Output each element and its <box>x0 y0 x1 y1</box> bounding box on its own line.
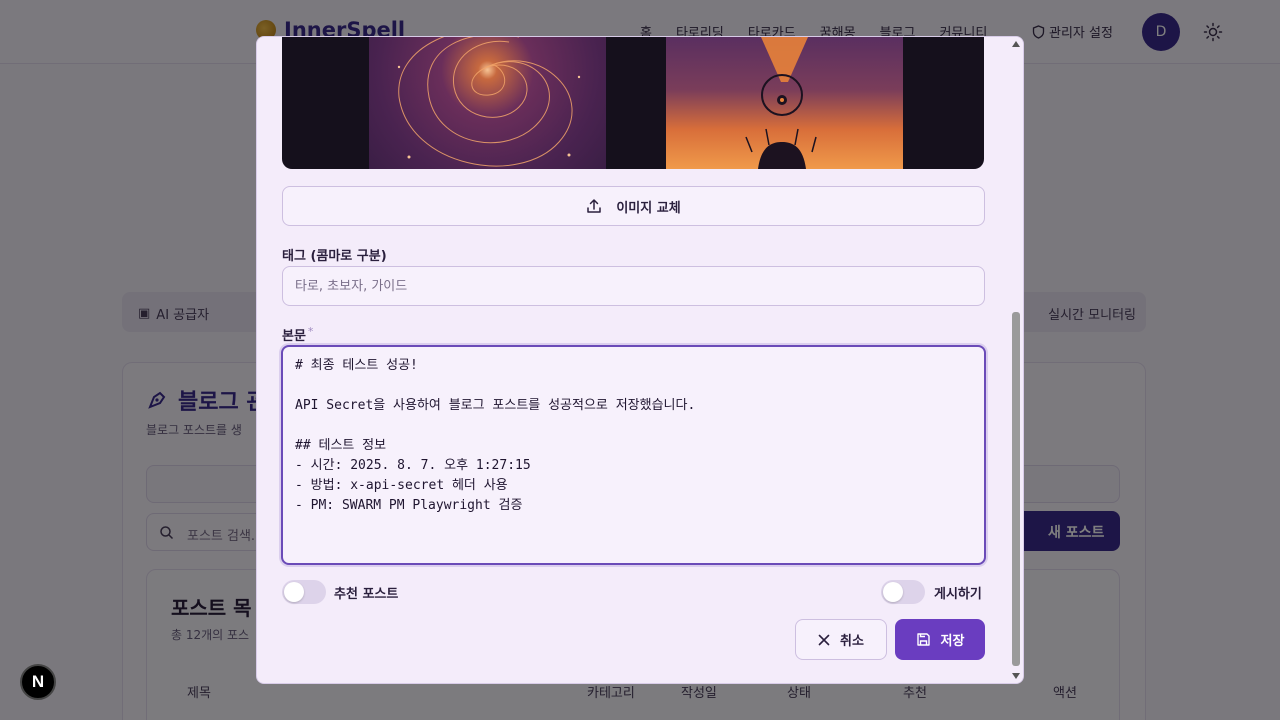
save-label: 저장 <box>940 634 965 649</box>
preview-art-left <box>369 37 606 169</box>
body-label-text: 본문 <box>282 329 306 344</box>
close-icon <box>818 634 830 645</box>
edit-post-modal: 이미지 교체 태그 (콤마로 구분) 본문* 추천 포스트 게시하기 취소 저장 <box>256 36 1024 684</box>
tags-label: 태그 (콤마로 구분) <box>282 249 387 264</box>
image-preview <box>282 37 984 169</box>
replace-image-button[interactable]: 이미지 교체 <box>282 186 985 226</box>
preview-art-right <box>666 37 903 169</box>
publish-label: 게시하기 <box>934 587 982 602</box>
hourglass-art <box>745 37 817 169</box>
featured-toggle-knob <box>284 582 304 602</box>
save-button[interactable]: 저장 <box>895 619 985 660</box>
save-icon <box>916 633 930 646</box>
nextjs-dev-badge[interactable]: N <box>20 664 56 700</box>
scroll-down-arrow[interactable] <box>1012 673 1020 679</box>
cancel-label: 취소 <box>840 634 864 649</box>
publish-toggle[interactable] <box>881 580 925 604</box>
body-label: 본문 * <box>282 325 313 344</box>
spiral-art <box>397 37 581 167</box>
body-textarea[interactable] <box>281 345 986 565</box>
scroll-up-arrow[interactable] <box>1012 41 1020 47</box>
nextjs-letter: N <box>31 672 45 691</box>
upload-icon <box>587 199 602 213</box>
cancel-button[interactable]: 취소 <box>795 619 887 660</box>
scroll-thumb[interactable] <box>1012 312 1020 666</box>
modal-scrollbar[interactable] <box>1009 37 1023 683</box>
featured-toggle[interactable] <box>282 580 326 604</box>
featured-label: 추천 포스트 <box>334 587 399 602</box>
replace-image-label: 이미지 교체 <box>616 200 681 216</box>
publish-toggle-knob <box>883 582 903 602</box>
required-mark: * <box>307 325 314 338</box>
tags-input[interactable] <box>282 266 985 306</box>
